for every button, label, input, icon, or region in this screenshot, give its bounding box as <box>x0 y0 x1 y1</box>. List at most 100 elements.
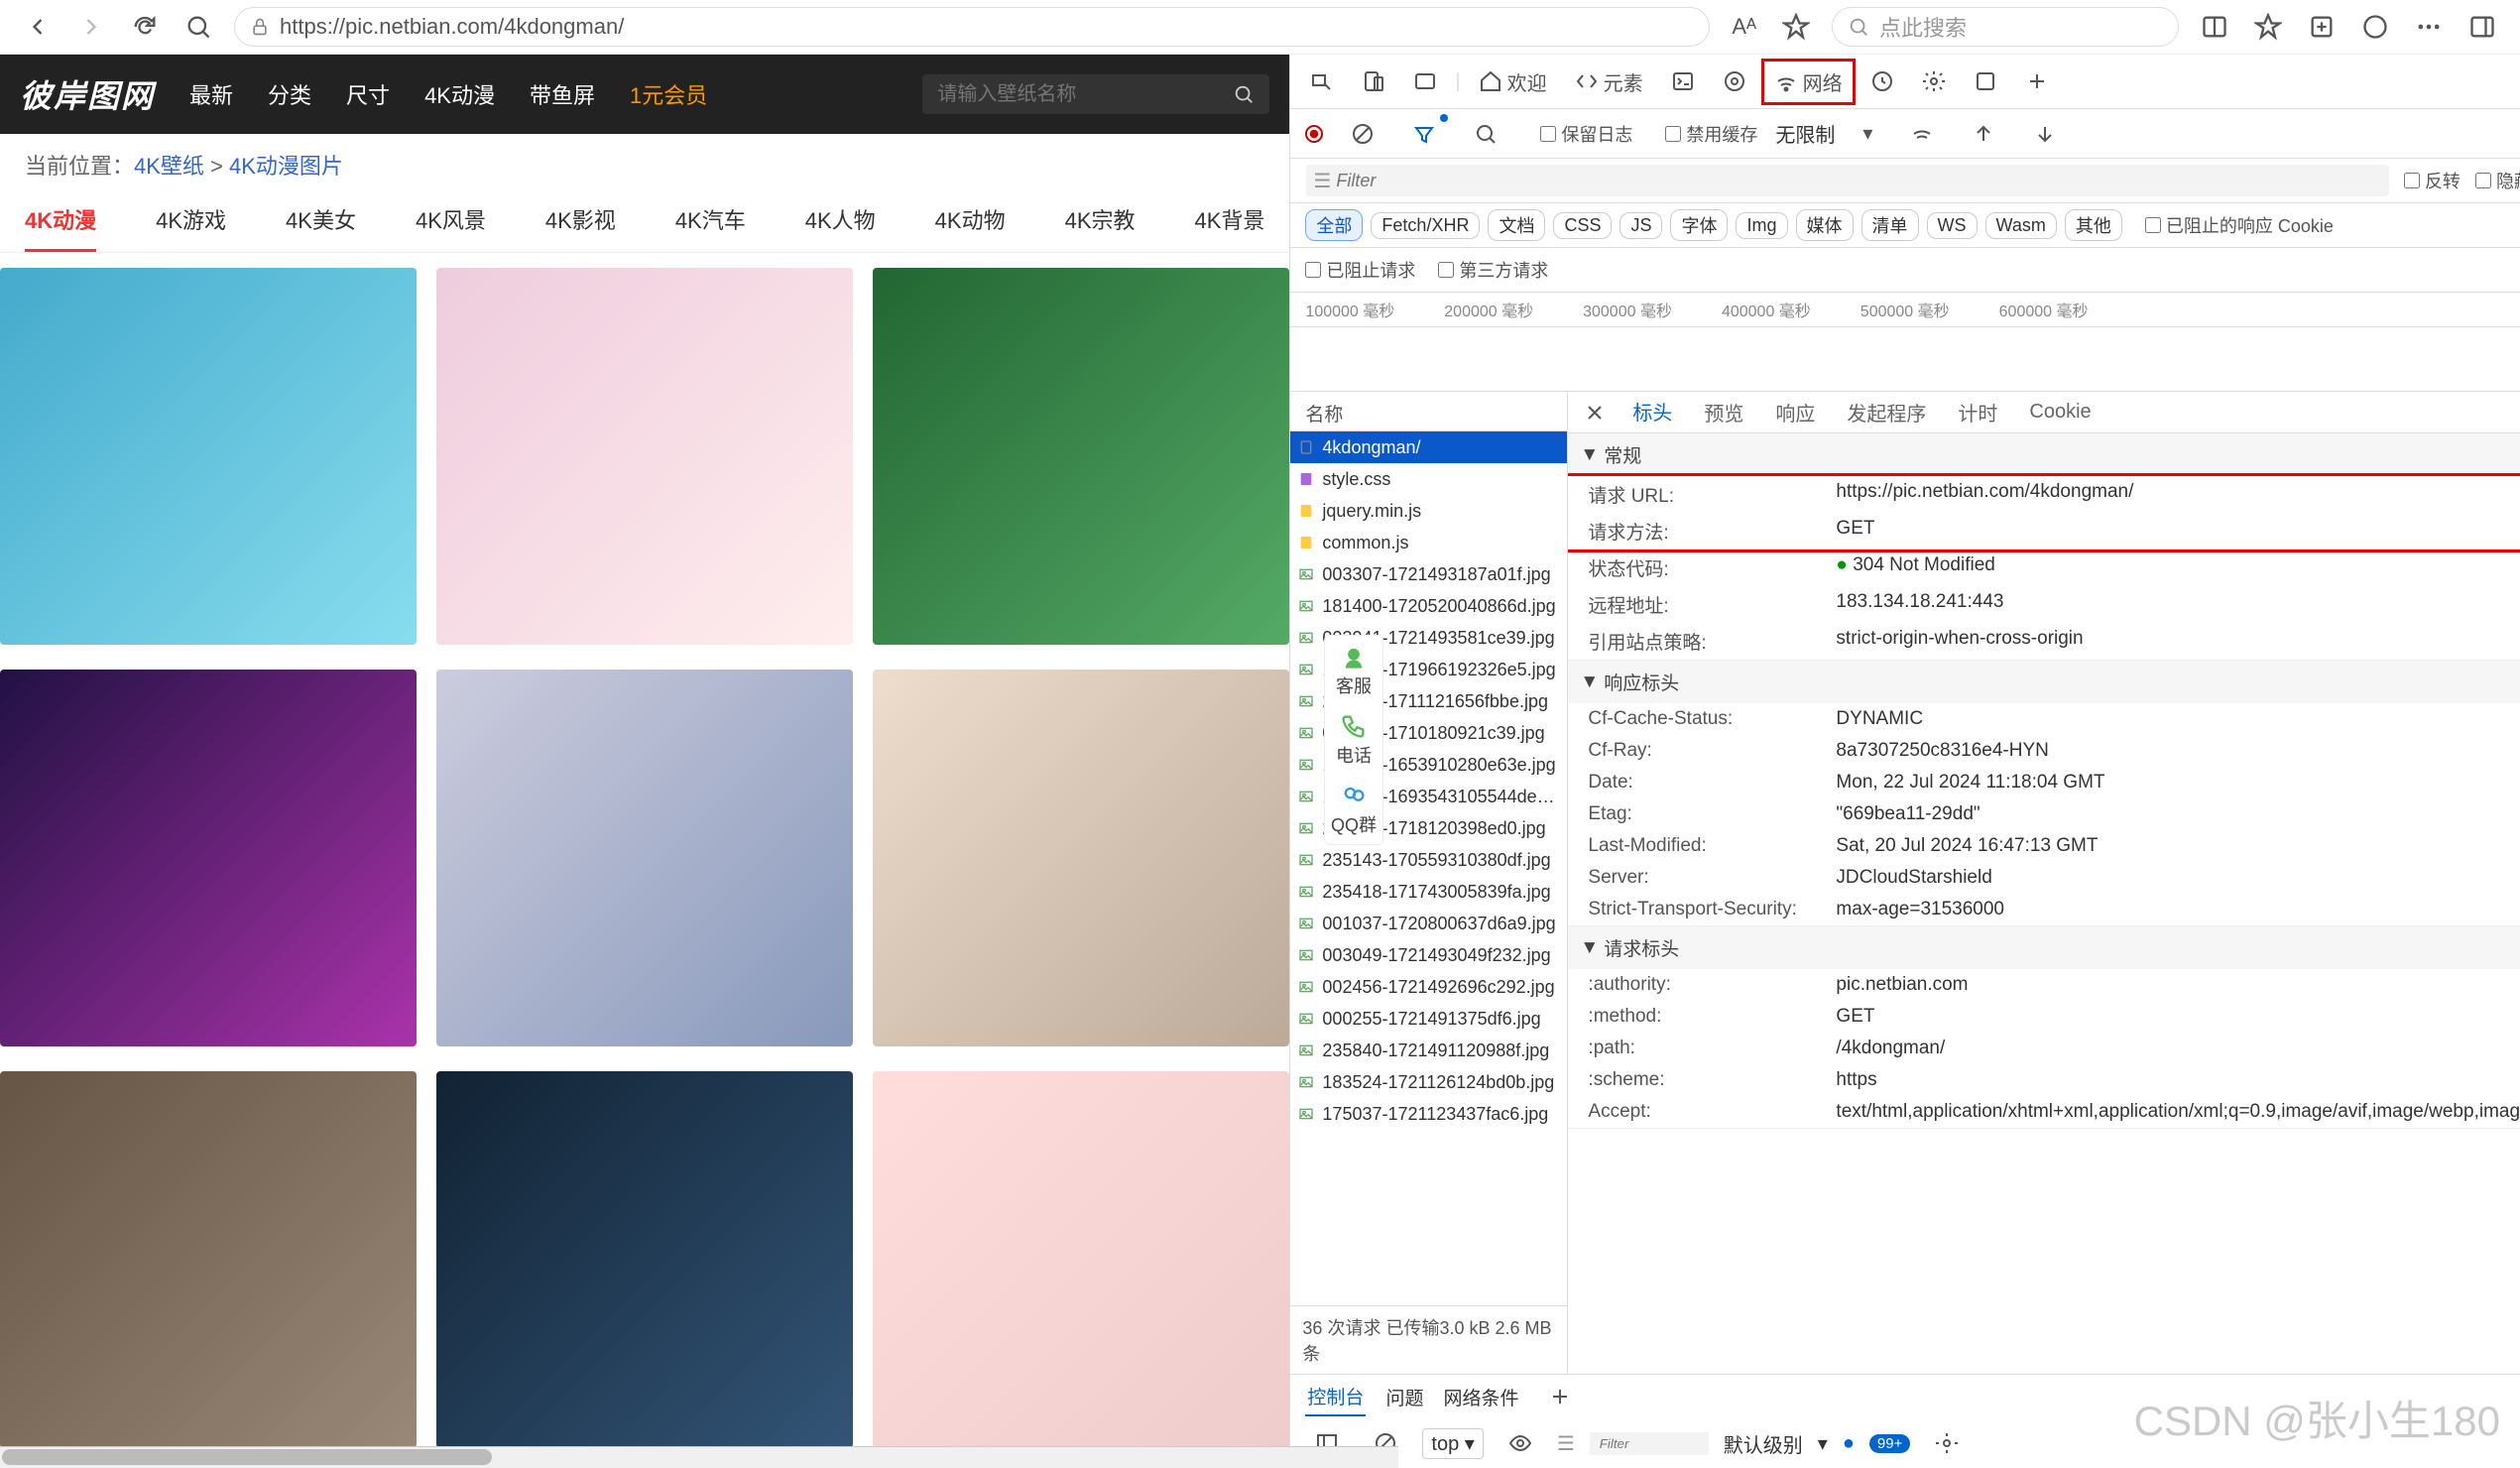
section-header[interactable]: ▼ 响应标头 <box>1568 661 2520 703</box>
cat-tab[interactable]: 4K游戏 <box>156 193 226 252</box>
tab-netcond[interactable]: 网络条件 <box>1443 1384 1518 1410</box>
thumbnail[interactable] <box>0 1071 417 1448</box>
thumbnail[interactable] <box>0 670 417 1046</box>
type-pill[interactable]: 媒体 <box>1796 209 1854 241</box>
request-row[interactable]: style.css <box>1290 463 1567 495</box>
star-icon[interactable] <box>1778 9 1814 45</box>
tab-response[interactable]: 响应 <box>1759 392 1831 434</box>
tab-timing[interactable]: 计时 <box>1942 392 2013 434</box>
split-icon[interactable] <box>2197 9 2232 45</box>
request-row[interactable]: 235418-171743005839fa.jpg <box>1290 876 1567 908</box>
section-header[interactable]: ▼ 请求标头 <box>1568 926 2520 969</box>
site-search-input[interactable] <box>937 83 1233 106</box>
plus-icon[interactable] <box>1538 1379 1582 1414</box>
hide-data-url-checkbox[interactable]: 隐藏数据 URL <box>2475 168 2520 193</box>
search-icon[interactable] <box>180 9 216 45</box>
nav-size[interactable]: 尺寸 <box>346 78 390 110</box>
request-row[interactable]: 003307-1721493187a01f.jpg <box>1290 558 1567 590</box>
type-pill[interactable]: 字体 <box>1670 209 1728 241</box>
gear-icon[interactable] <box>1925 1425 1969 1461</box>
sidebar-icon[interactable] <box>2464 9 2500 45</box>
crumb-link[interactable]: 4K动漫图片 <box>229 154 343 179</box>
context-select[interactable]: top ▾ <box>1422 1428 1483 1459</box>
filter-toggle-icon[interactable] <box>1402 116 1446 152</box>
thumbnail[interactable] <box>436 670 853 1046</box>
device-icon[interactable] <box>1403 63 1447 99</box>
wifi-icon[interactable] <box>1900 116 1944 152</box>
cat-tab[interactable]: 4K美女 <box>286 193 356 252</box>
nav-category[interactable]: 分类 <box>268 78 311 110</box>
request-row[interactable]: 175037-1721123437fac6.jpg <box>1290 1098 1567 1130</box>
gear-icon[interactable] <box>1912 63 1956 99</box>
cat-tab[interactable]: 4K风景 <box>416 193 486 252</box>
request-row[interactable]: 001037-1720800637d6a9.jpg <box>1290 908 1567 939</box>
type-pill[interactable]: 其他 <box>2065 209 2122 241</box>
float-help[interactable]: 客服 <box>1325 636 1382 705</box>
float-qq[interactable]: QQ群 <box>1325 775 1382 844</box>
tab-console[interactable]: 控制台 <box>1305 1378 1366 1416</box>
cat-tab[interactable]: 4K背景 <box>1195 193 1265 252</box>
blocked-req-checkbox[interactable]: 已阻止请求 <box>1305 257 1415 283</box>
record-icon[interactable] <box>1305 125 1323 143</box>
collections-icon[interactable] <box>2304 9 2340 45</box>
type-pill[interactable]: WS <box>1927 212 1978 239</box>
nav-wide[interactable]: 带鱼屏 <box>530 78 595 110</box>
type-pill[interactable]: Fetch/XHR <box>1371 212 1480 239</box>
plus-icon[interactable] <box>2015 63 2059 99</box>
tab-welcome[interactable]: 欢迎 <box>1469 61 1557 102</box>
section-header[interactable]: ▼ 常规 <box>1568 433 2520 476</box>
type-pill[interactable]: 全部 <box>1305 209 1363 241</box>
preserve-log-checkbox[interactable]: 保留日志 <box>1540 121 1632 147</box>
read-aloud-icon[interactable]: Aᴬ <box>1728 10 1760 44</box>
cat-tab[interactable]: 4K动物 <box>935 193 1006 252</box>
search-icon[interactable] <box>1464 116 1507 152</box>
tab-preview[interactable]: 预览 <box>1688 392 1759 434</box>
inspect-icon[interactable] <box>1300 63 1344 99</box>
url-bar[interactable]: https://pic.netbian.com/4kdongman/ <box>234 7 1710 47</box>
forward-icon[interactable] <box>73 9 109 45</box>
nav-vip[interactable]: 1元会员 <box>630 78 707 110</box>
tab-network[interactable]: 网络 <box>1764 61 1853 102</box>
request-row[interactable]: jquery.min.js <box>1290 495 1567 527</box>
search-icon[interactable] <box>1233 83 1255 105</box>
thumbnail[interactable] <box>873 268 1289 645</box>
request-row[interactable]: 235143-170559310380df.jpg <box>1290 844 1567 876</box>
cat-tab[interactable]: 4K人物 <box>805 193 876 252</box>
clear-icon[interactable] <box>1341 116 1384 152</box>
console-filter[interactable] <box>1590 1432 1709 1455</box>
upload-icon[interactable] <box>1962 116 2005 152</box>
issue-count[interactable]: 99+ <box>1869 1434 1910 1453</box>
refresh-icon[interactable] <box>127 9 163 45</box>
cat-tab[interactable]: 4K影视 <box>545 193 616 252</box>
tab-issues[interactable]: 问题 <box>1385 1384 1423 1410</box>
eye-icon[interactable] <box>1499 1425 1542 1461</box>
close-icon[interactable] <box>1573 395 1617 430</box>
device-icon[interactable] <box>1352 63 1395 99</box>
site-search[interactable] <box>922 74 1269 114</box>
extensions-icon[interactable] <box>2357 9 2393 45</box>
type-pill[interactable]: CSS <box>1553 212 1612 239</box>
request-row[interactable]: 235840-1721491120988f.jpg <box>1290 1035 1567 1066</box>
request-row[interactable]: 002456-1721492696c292.jpg <box>1290 971 1567 1003</box>
horizontal-scrollbar[interactable] <box>0 1446 1398 1468</box>
thumbnail[interactable] <box>873 1071 1289 1448</box>
download-icon[interactable] <box>2023 116 2067 152</box>
request-row[interactable]: 003049-1721493049f232.jpg <box>1290 939 1567 971</box>
request-row[interactable]: 4kdongman/ <box>1290 431 1567 463</box>
tab-sources[interactable] <box>1713 63 1756 99</box>
float-phone[interactable]: 电话 <box>1325 705 1382 775</box>
thumbnail[interactable] <box>0 268 417 645</box>
nav-latest[interactable]: 最新 <box>189 78 233 110</box>
disable-cache-checkbox[interactable]: 禁用缓存 <box>1665 121 1757 147</box>
tab-performance[interactable] <box>1860 63 1904 99</box>
filter-input[interactable] <box>1306 165 2389 196</box>
scrollbar-thumb[interactable] <box>2 1449 492 1465</box>
crumb-link[interactable]: 4K壁纸 <box>134 154 204 179</box>
tab-application[interactable] <box>1964 63 2007 99</box>
nav-4kanime[interactable]: 4K动漫 <box>424 78 495 110</box>
blocked-cookie-checkbox[interactable]: 已阻止的响应 Cookie <box>2145 212 2334 238</box>
name-header[interactable]: 名称 <box>1290 392 1567 431</box>
tab-headers[interactable]: 标头 <box>1617 392 1688 435</box>
site-logo[interactable]: 彼岸图网 <box>20 71 155 117</box>
request-row[interactable]: 183524-1721126124bd0b.jpg <box>1290 1066 1567 1098</box>
